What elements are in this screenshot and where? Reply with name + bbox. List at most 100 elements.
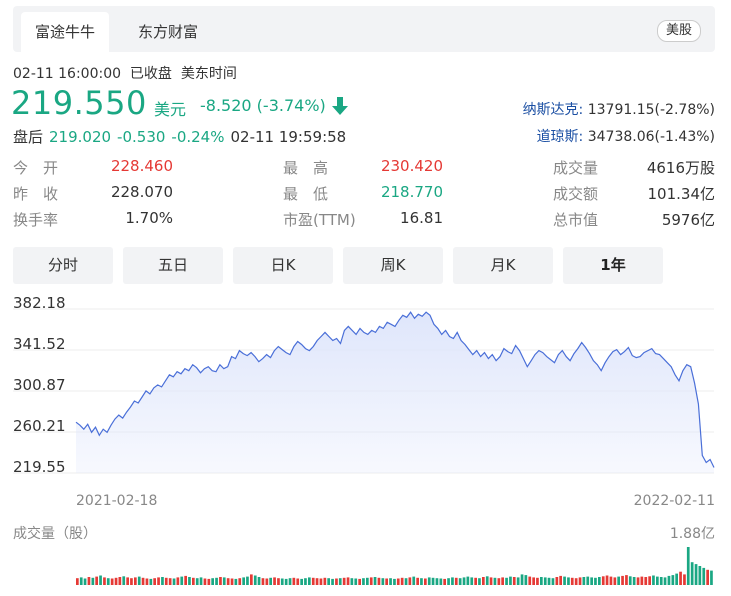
status-state: 已收盘 [129,66,172,82]
volume-bar [222,577,226,585]
volume-bar [501,577,504,585]
volume-bar [161,577,164,585]
stat-value: 228.070 [110,183,173,201]
volume-bar [625,575,628,585]
volume-bar [702,567,706,585]
volume-bar [273,577,276,585]
volume-bar [462,577,466,585]
volume-bar [609,576,613,585]
volume-bar [110,578,114,585]
period-button[interactable]: 月K [453,247,553,284]
volume-bar [180,576,184,585]
volume-bar [574,578,578,585]
index-nasdaq[interactable]: 纳斯达克: 13791.15(-2.78%) [523,99,715,119]
volume-bar [590,577,593,585]
volume-bar [230,578,234,585]
volume-bar [192,577,195,585]
volume-bar [489,577,493,585]
volume-bar [509,576,512,585]
volume-bar [528,576,532,585]
volume-bar [613,577,617,585]
volume-bar [605,575,609,585]
volume-bar [447,578,450,585]
volume-bar [547,577,551,585]
volume-bar [168,578,172,585]
after-hours-price: 219.020 [49,128,112,146]
volume-bar [652,575,655,585]
stat-value: 16.81 [400,209,443,227]
volume-bar [354,578,358,585]
index-nasdaq-label: 纳斯达克: [522,102,584,118]
volume-bar [346,577,350,585]
volume-bar [636,577,640,585]
index-dow[interactable]: 道琼斯: 34738.06(-1.43%) [537,126,715,146]
y-tick-label: 219.55 [13,458,66,476]
volume-bar [366,577,369,585]
volume-bar [582,577,586,585]
period-button[interactable]: 日K [233,247,333,284]
volume-bar [327,578,330,585]
volume-bar [389,578,392,585]
volume-bar [400,577,404,585]
volume-bar [497,578,501,585]
period-button[interactable]: 五日 [123,247,223,284]
volume-bar [551,578,555,585]
volume-bar [532,577,535,585]
tab-futu[interactable]: 富途牛牛 [21,12,110,52]
period-button[interactable]: 周K [343,247,443,284]
volume-bar [598,577,601,585]
volume-bar [103,577,106,585]
stat-label: 换手率 [13,211,59,229]
tab-eastmoney[interactable]: 东方财富 [138,12,198,52]
volume-bar [176,577,180,585]
volume-bar [373,577,377,585]
volume-bar [257,577,261,585]
period-button[interactable]: 1年 [563,247,663,284]
volume-bar [280,578,284,585]
volume-bar [679,571,682,585]
volume-bar [122,576,126,585]
volume-bar [427,577,431,585]
after-hours-row: 盘后 219.020 -0.530 -0.24% 02-11 19:59:58 [13,126,352,147]
stat-value: 5976亿 [661,211,715,229]
volume-bar [420,578,423,585]
volume-bar [694,564,698,585]
volume-bar [659,577,663,585]
volume-bar [315,578,319,585]
volume-bar [141,577,145,585]
volume-bar [106,578,110,585]
period-button[interactable]: 分时 [13,247,113,284]
volume-bar [524,575,528,585]
volume-bar [617,576,620,585]
volume-bar [640,576,644,585]
volume-bar [277,578,280,585]
stat-label: 今 开 [13,159,59,177]
index-nasdaq-value: 13791.15(-2.78%) [587,102,715,118]
price-change: -8.520 (-3.74%) [200,96,326,115]
volume-bar [319,578,323,585]
volume-bar [219,577,222,585]
volume-bar [567,577,570,585]
source-tab-bar: 富途牛牛 东方财富 美股 [13,6,715,52]
volume-bar [130,578,133,585]
volume-bar [451,577,454,585]
volume-bar [493,577,497,585]
volume-max-label: 1.88亿 [669,526,715,542]
volume-bar [338,578,342,585]
volume-bar [284,578,288,585]
volume-bar [215,577,218,585]
volume-bar [520,574,524,585]
index-dow-value: 34738.06(-1.43%) [587,129,715,145]
volume-bar [311,577,315,585]
volume-bar [362,578,365,585]
index-dow-label: 道琼斯: [536,129,584,145]
y-tick-label: 300.87 [13,376,66,394]
after-hours-change-pct: -0.24% [171,128,225,146]
stat-value: 218.770 [380,183,443,201]
stat-value: 228.460 [110,157,173,175]
volume-bar [83,578,87,585]
volume-bar [536,577,539,585]
volume-bar [512,577,516,585]
volume-bar [238,578,242,585]
y-tick-label: 341.52 [13,335,66,353]
